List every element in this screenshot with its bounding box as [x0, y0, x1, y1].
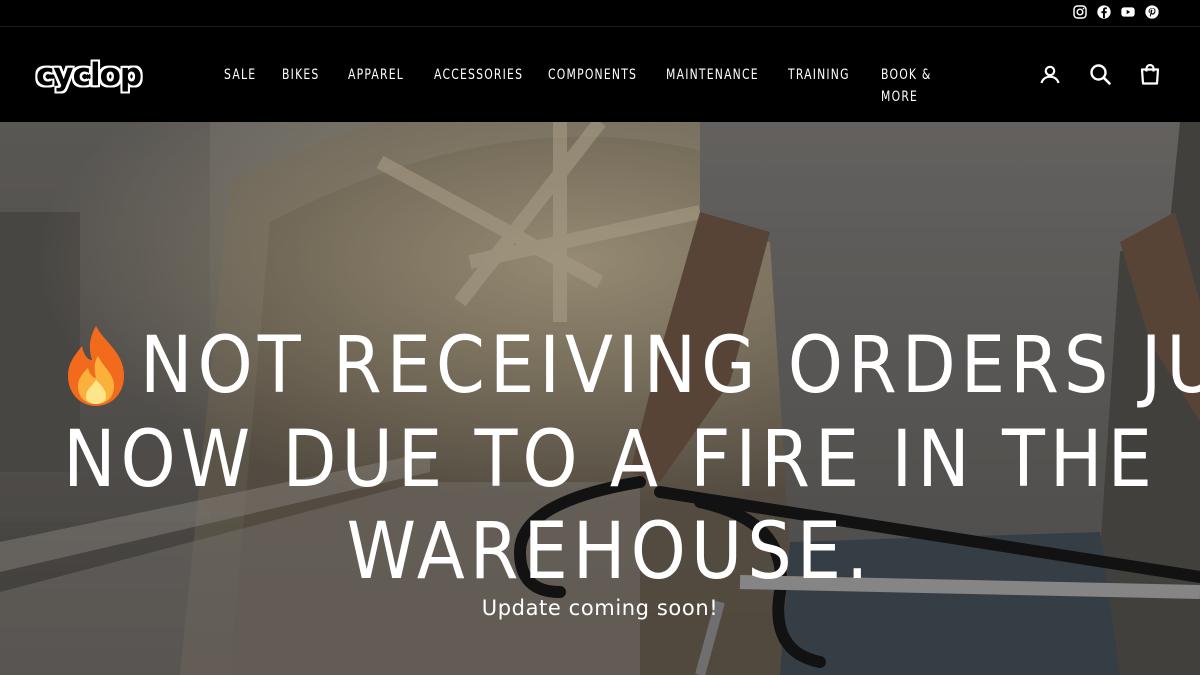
nav-item-accessories[interactable]: ACCESSORIES — [422, 64, 522, 108]
account-icon[interactable] — [1038, 62, 1062, 86]
hero-headline-line-2: NOW DUE TO A FIRE IN THE — [63, 414, 1157, 505]
fire-emoji-icon — [68, 325, 124, 406]
nav-item-bikes[interactable]: BIKES — [270, 64, 327, 108]
nav-item-maintenance[interactable]: MAINTENANCE — [654, 64, 759, 108]
main-nav: SALE BIKES APPAREL ACCESSORIES COMPONENT… — [212, 64, 979, 108]
cart-icon[interactable] — [1138, 62, 1162, 86]
cyclop-logo[interactable]: cyclop — [36, 56, 142, 94]
nav-item-book-and-more[interactable]: BOOK & MORE — [869, 64, 964, 108]
hero-banner: NOT RECEIVING ORDERS JUST NOW DUE TO A F… — [0, 122, 1200, 675]
hero-headline: NOT RECEIVING ORDERS JUST NOW DUE TO A F… — [60, 320, 1200, 598]
pinterest-icon[interactable] — [1144, 4, 1160, 20]
nav-item-training[interactable]: TRAINING — [776, 64, 856, 108]
hero-headline-line-1: NOT RECEIVING ORDERS JUST — [140, 321, 1200, 411]
nav-item-sale[interactable]: SALE — [212, 64, 262, 108]
search-icon[interactable] — [1088, 62, 1112, 86]
header-actions — [1038, 62, 1162, 86]
hero-subline: Update coming soon! — [481, 596, 719, 620]
hero-headline-line-3: WAREHOUSE. — [346, 506, 874, 597]
facebook-icon[interactable] — [1096, 4, 1112, 20]
youtube-icon[interactable] — [1120, 4, 1136, 20]
social-links — [1072, 4, 1160, 20]
site-header: cyclop SALE BIKES APPAREL ACCESSORIES CO… — [0, 28, 1200, 122]
nav-item-apparel[interactable]: APPAREL — [336, 64, 410, 108]
instagram-icon[interactable] — [1072, 4, 1088, 20]
nav-item-components[interactable]: COMPONENTS — [536, 64, 637, 108]
social-bar — [0, 0, 1200, 27]
